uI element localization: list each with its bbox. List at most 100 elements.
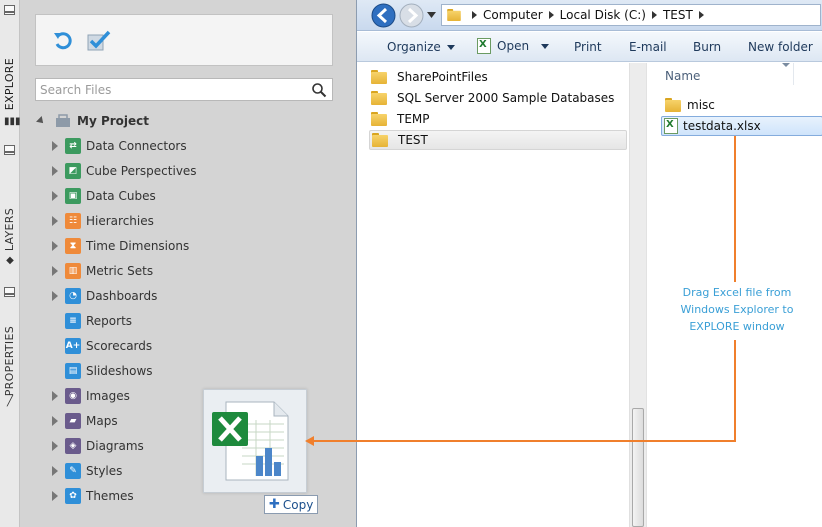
tree-item-slideshows[interactable]: ▤ Slideshows: [49, 361, 153, 381]
properties-icon: ╱: [6, 396, 14, 407]
address-bar-area: Computer Local Disk (C:) TEST: [357, 0, 822, 31]
column-divider[interactable]: [793, 63, 794, 85]
breadcrumb-local-disk[interactable]: Local Disk (C:): [560, 8, 646, 22]
new-folder-button[interactable]: New folder: [748, 40, 813, 54]
organize-button[interactable]: Organize: [387, 40, 455, 54]
tree-item-metric-sets[interactable]: ▥ Metric Sets: [49, 261, 153, 281]
annotation-line-horizontal: [312, 440, 736, 442]
explore-toolbar: [35, 14, 333, 66]
tree-item-data-connectors[interactable]: ⇄ Data Connectors: [49, 136, 187, 156]
excel-icon: [477, 38, 491, 54]
tab-properties[interactable]: PROPERTIES ╱: [0, 282, 20, 412]
tree-item-label: Data Cubes: [86, 189, 156, 203]
file-item-misc[interactable]: misc: [665, 95, 715, 115]
tab-explore[interactable]: EXPLORE ▮▮▮: [0, 0, 21, 138]
sort-indicator-icon: [782, 63, 790, 67]
expand-icon[interactable]: [49, 390, 61, 402]
navigation-scrollbar[interactable]: [629, 63, 646, 527]
tree-item-maps[interactable]: ▰ Maps: [49, 411, 118, 431]
file-item-testdata-xlsx[interactable]: testdata.xlsx: [661, 116, 822, 136]
expand-icon[interactable]: [49, 215, 61, 227]
print-button[interactable]: Print: [574, 40, 602, 54]
search-input[interactable]: [40, 81, 302, 98]
tree-item-styles[interactable]: ✎ Styles: [49, 461, 122, 481]
forward-button[interactable]: [399, 3, 424, 28]
nav-folder-temp[interactable]: TEMP: [371, 109, 430, 129]
expand-icon[interactable]: [49, 440, 61, 452]
folder-icon: [372, 133, 388, 147]
tree-item-images[interactable]: ◉ Images: [49, 386, 130, 406]
expand-icon[interactable]: [49, 190, 61, 202]
back-button[interactable]: [371, 3, 396, 28]
breadcrumb-test[interactable]: TEST: [663, 8, 693, 22]
select-all-button[interactable]: [86, 28, 112, 54]
file-name: misc: [687, 98, 715, 112]
nav-folder-label: TEMP: [397, 112, 430, 126]
collapse-icon[interactable]: [36, 116, 46, 126]
tab-properties-label: PROPERTIES: [3, 326, 16, 397]
tab-layers[interactable]: LAYERS ◆: [0, 140, 20, 270]
annotation-line-3: EXPLORE window: [689, 320, 785, 333]
nav-folder-sharepointfiles[interactable]: SharePointFiles: [371, 67, 488, 87]
pin-icon[interactable]: [4, 5, 15, 15]
search-box: [35, 78, 333, 101]
scrollbar-thumb[interactable]: [632, 408, 644, 527]
folder-icon: [665, 98, 681, 112]
burn-button[interactable]: Burn: [693, 40, 721, 54]
expand-icon[interactable]: [49, 490, 61, 502]
project-root[interactable]: My Project: [36, 112, 149, 130]
tree-item-data-cubes[interactable]: ▣ Data Cubes: [49, 186, 156, 206]
annotation-arrow-icon: [305, 436, 314, 446]
refresh-button[interactable]: [50, 28, 76, 54]
copy-badge: ✚ Copy: [264, 495, 318, 514]
slideshows-icon: ▤: [65, 363, 81, 379]
expand-icon[interactable]: [49, 415, 61, 427]
data-cubes-icon: ▣: [65, 188, 81, 204]
expand-icon[interactable]: [49, 290, 61, 302]
nav-folder-test[interactable]: TEST: [369, 130, 627, 150]
tree-item-label: Hierarchies: [86, 214, 154, 228]
tree-item-reports[interactable]: ≡ Reports: [49, 311, 132, 331]
open-button[interactable]: Open: [477, 38, 550, 54]
tree-item-label: Slideshows: [86, 364, 153, 378]
breadcrumb-separator: [693, 11, 710, 19]
nav-folder-sql-server[interactable]: SQL Server 2000 Sample Databases: [371, 88, 614, 108]
layers-icon: ◆: [6, 255, 14, 266]
expand-icon[interactable]: [49, 240, 61, 252]
email-button[interactable]: E-mail: [629, 40, 667, 54]
project-label: My Project: [77, 114, 149, 128]
breadcrumb-separator: [466, 11, 483, 19]
breadcrumb-computer[interactable]: Computer: [483, 8, 543, 22]
recent-pages-dropdown-icon[interactable]: [427, 11, 436, 19]
tree-item-label: Dashboards: [86, 289, 158, 303]
column-header-name[interactable]: Name: [665, 69, 700, 83]
command-bar: Organize Open Print E-mail Burn New fold…: [357, 32, 822, 62]
windows-explorer-window: Computer Local Disk (C:) TEST Organize O…: [356, 0, 822, 527]
explore-icon: ▮▮▮: [4, 116, 21, 127]
pin-icon[interactable]: [4, 145, 15, 155]
expand-icon[interactable]: [49, 265, 61, 277]
tree-item-scorecards[interactable]: A+ Scorecards: [49, 336, 152, 356]
pin-icon[interactable]: [4, 287, 15, 297]
file-name: testdata.xlsx: [683, 119, 761, 133]
tree-item-label: Data Connectors: [86, 139, 187, 153]
tree-item-label: Cube Perspectives: [86, 164, 197, 178]
tree-item-diagrams[interactable]: ◈ Diagrams: [49, 436, 144, 456]
expand-icon[interactable]: [49, 140, 61, 152]
tree-item-time-dimensions[interactable]: ⧗ Time Dimensions: [49, 236, 189, 256]
tree-item-cube-perspectives[interactable]: ◩ Cube Perspectives: [49, 161, 197, 181]
address-box[interactable]: Computer Local Disk (C:) TEST: [441, 4, 821, 26]
tree-item-hierarchies[interactable]: ☷ Hierarchies: [49, 211, 154, 231]
breadcrumb-separator: [646, 11, 663, 19]
cube-perspectives-icon: ◩: [65, 163, 81, 179]
tree-item-themes[interactable]: ✿ Themes: [49, 486, 134, 506]
expand-icon[interactable]: [49, 165, 61, 177]
tree-item-dashboards[interactable]: ◔ Dashboards: [49, 286, 157, 306]
dashboards-icon: ◔: [65, 288, 81, 304]
annotation-line-1: Drag Excel file from: [682, 286, 792, 299]
search-icon[interactable]: [311, 82, 327, 98]
scorecards-icon: A+: [65, 338, 81, 354]
expand-icon[interactable]: [49, 465, 61, 477]
